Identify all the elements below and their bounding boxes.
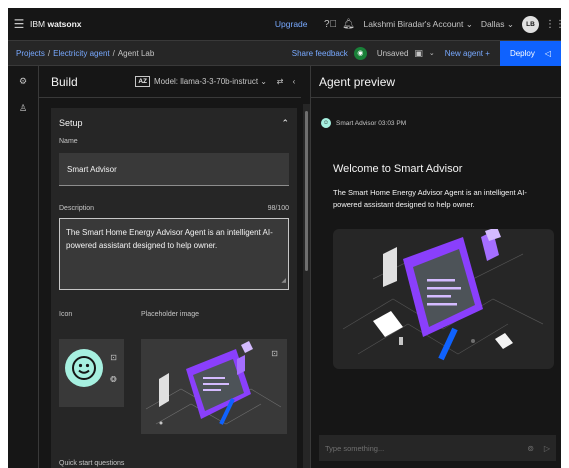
model-badge: AZ xyxy=(135,76,151,87)
message-sender: Smart Advisor xyxy=(336,119,377,127)
breadcrumb-agent-lab: Agent Lab xyxy=(117,48,155,58)
breadcrumb-bar: Projects / Electricity agent / Agent Lab… xyxy=(8,40,561,66)
welcome-title: Welcome to Smart Advisor xyxy=(333,163,463,175)
placeholder-image-picker[interactable]: ⊡ xyxy=(141,339,287,434)
settings-sliders-icon[interactable]: ⚙︎ xyxy=(8,76,38,87)
setup-title: Setup xyxy=(59,118,83,128)
setup-accordion-header[interactable]: Setup ⌃ xyxy=(51,108,297,138)
new-agent-label: New agent xyxy=(444,48,484,58)
message-meta: ☺ Smart Advisor 03:03 PM xyxy=(321,118,561,128)
upload-placeholder-icon[interactable]: ⊡ xyxy=(266,345,283,362)
notification-icon[interactable]: 🔔︎ xyxy=(340,19,358,30)
welcome-image xyxy=(333,229,554,369)
deploy-label: Deploy xyxy=(509,48,535,58)
smiley-face-icon xyxy=(72,356,96,380)
chevron-up-icon: ⌃ xyxy=(281,117,289,128)
top-header: ☰ IBM watsonx Upgrade ?⃝ 🔔︎ Lakshmi Bira… xyxy=(8,8,561,41)
avatar[interactable]: LB xyxy=(522,15,539,33)
plus-icon: + xyxy=(485,48,490,58)
preview-title: Agent preview xyxy=(311,66,561,98)
breadcrumb-separator: / xyxy=(47,48,51,58)
image-labels: Icon Placeholder image xyxy=(51,311,297,318)
build-title: Build xyxy=(51,74,78,89)
brand-prefix: IBM xyxy=(30,19,48,29)
brand-name: watsonx xyxy=(47,19,82,29)
attachment-icon[interactable]: ⊚ xyxy=(527,444,534,453)
region-switcher[interactable]: Dallas ⌄ xyxy=(481,19,514,30)
description-field[interactable]: The Smart Home Energy Advisor Agent is a… xyxy=(59,218,289,290)
description-counter: 98/100 xyxy=(267,205,289,212)
icon-picker: ⊡ ❂ xyxy=(59,339,124,407)
left-rail: ⚙︎ ♙ xyxy=(8,66,39,468)
account-name: Lakshmi Biradar's Account xyxy=(363,18,464,29)
description-label-row: Description 98/100 xyxy=(51,205,297,212)
breadcrumb-electricity-agent[interactable]: Electricity agent xyxy=(53,49,109,58)
deploy-button[interactable]: Deploy ◁ xyxy=(499,40,561,66)
model-selector[interactable]: Model: llama-3-3-70b-instruct ⌄ xyxy=(154,77,267,86)
agent-preview-panel: Agent preview ☺ Smart Advisor 03:03 PM W… xyxy=(310,66,561,468)
build-scrollbar[interactable] xyxy=(305,111,308,271)
name-field[interactable]: Smart Advisor xyxy=(59,153,289,186)
chat-input[interactable]: Type something... ⊚ ▷ xyxy=(319,435,556,461)
feedback-badge-icon[interactable]: ◉ xyxy=(353,46,367,60)
new-agent-button[interactable]: New agent + xyxy=(445,49,490,58)
icon-label: Icon xyxy=(59,311,73,318)
share-feedback-link[interactable]: Share feedback xyxy=(292,49,348,58)
name-label: Name xyxy=(59,138,78,145)
welcome-description: The Smart Home Energy Advisor Agent is a… xyxy=(333,188,527,209)
account-switcher[interactable]: Lakshmi Biradar's Account ⌄ xyxy=(364,19,473,30)
resize-handle-icon[interactable]: ◢ xyxy=(281,275,286,288)
settings-adjust-icon[interactable]: ⇄ xyxy=(273,77,287,86)
description-text: The Smart Home Energy Advisor Agent is a… xyxy=(66,228,273,250)
quick-start-label: Quick start questions xyxy=(59,460,125,467)
hamburger-menu-icon[interactable]: ☰ xyxy=(8,17,30,31)
app-switcher-icon[interactable]: ⋮⋮ xyxy=(545,19,561,30)
top-strip xyxy=(8,0,561,8)
placeholder-image-label: Placeholder image xyxy=(141,311,199,318)
unsaved-status: Unsaved xyxy=(376,48,409,58)
build-header: Build AZ Model: llama-3-3-70b-instruct ⌄… xyxy=(39,66,301,98)
region-name: Dallas xyxy=(480,18,505,29)
send-icon: ◁ xyxy=(544,48,551,58)
bot-avatar-icon: ☺ xyxy=(321,118,331,128)
breadcrumb: Projects / Electricity agent / Agent Lab xyxy=(8,49,154,58)
model-label: Model: llama-3-3-70b-instruct xyxy=(154,77,259,86)
breadcrumb-projects[interactable]: Projects xyxy=(16,49,45,58)
chat-input-placeholder: Type something... xyxy=(325,443,385,453)
user-icon[interactable]: ♙ xyxy=(8,103,38,114)
upload-image-icon[interactable]: ⊡ xyxy=(105,349,122,366)
color-palette-icon[interactable]: ❂ xyxy=(105,371,122,388)
build-panel: Build AZ Model: llama-3-3-70b-instruct ⌄… xyxy=(39,66,301,468)
breadcrumb-separator: / xyxy=(112,48,115,58)
chevron-down-icon[interactable]: ⌄ xyxy=(429,49,435,57)
send-message-icon[interactable]: ▷ xyxy=(544,444,550,453)
upgrade-link[interactable]: Upgrade xyxy=(275,19,308,29)
brand-logo[interactable]: IBM watsonx xyxy=(30,19,82,29)
app-window: ☰ IBM watsonx Upgrade ?⃝ 🔔︎ Lakshmi Bira… xyxy=(8,8,561,468)
save-icon[interactable]: ▣ xyxy=(414,48,423,59)
smiley-icon[interactable] xyxy=(65,349,103,387)
message-time: 03:03 PM xyxy=(378,119,407,127)
description-label: Description xyxy=(59,205,95,212)
preview-illustration xyxy=(342,229,544,361)
collapse-panel-icon[interactable]: ‹ xyxy=(287,77,301,86)
help-icon[interactable]: ?⃝ xyxy=(322,19,340,30)
